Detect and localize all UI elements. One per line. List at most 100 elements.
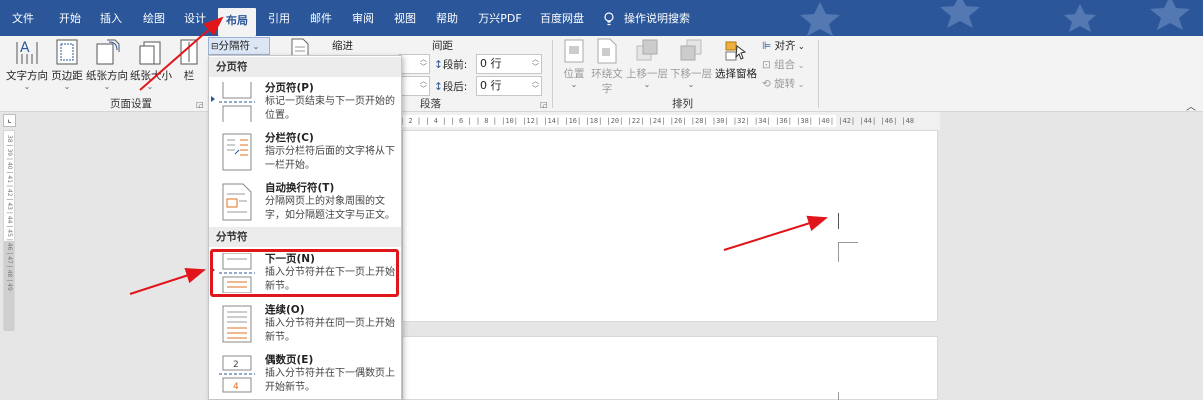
wrap-text-button[interactable]: 环绕文字 (590, 38, 624, 95)
continuous-desc: 插入分节符并在同一页上开始新节。 (265, 318, 395, 343)
paragraph-launcher-icon[interactable]: ◲ (540, 100, 548, 109)
paper-size-icon (139, 41, 161, 65)
chevron-down-icon: ⌄ (643, 80, 651, 89)
tab-help[interactable]: 帮助 (432, 0, 462, 36)
orientation-button[interactable]: 纸张方向 ⌄ (86, 38, 128, 94)
breaks-button[interactable]: ⊟分隔符 ⌄ (208, 37, 270, 55)
tab-draw[interactable]: 绘图 (139, 0, 169, 36)
rotate-button[interactable]: ⟲ 旋转 ⌄ (762, 76, 804, 91)
menu-item-continuous[interactable]: 连续(O) 插入分节符并在同一页上开始新节。 (209, 300, 401, 348)
tab-design[interactable]: 设计 (180, 0, 210, 36)
lightbulb-icon (604, 12, 614, 26)
tab-file[interactable]: 文件 (8, 0, 38, 36)
spacing-before-input[interactable]: 0 行 ︿ ﹀ (476, 54, 542, 74)
rotate-icon: ⟲ (762, 78, 771, 90)
text-direction-button[interactable]: A 文字方向 ⌄ (6, 38, 48, 94)
spinner-arrows-icon[interactable]: ︿ ﹀ (420, 77, 427, 93)
group-separator (818, 40, 819, 108)
tab-view[interactable]: 视图 (390, 0, 420, 36)
even-page-icon: 2 4 (219, 355, 255, 393)
text-direction-icon: A (16, 40, 38, 64)
group-button[interactable]: ⊡ 组合 ⌄ (762, 57, 804, 72)
arrow-to-next-page (129, 267, 206, 295)
breaks-icon: ⊟ (211, 42, 219, 52)
orientation-label: 纸张方向 (86, 70, 128, 82)
document-page[interactable] (402, 130, 938, 322)
text-wrapping-break-icon (222, 183, 252, 221)
continuous-title: 连续(O) (265, 304, 305, 316)
menu-item-page-break[interactable]: 分页符(P) 标记一页结束与下一页开始的位置。 (209, 78, 401, 124)
document-page[interactable] (402, 336, 938, 400)
margin-corner-mark (838, 242, 858, 243)
continuous-icon (222, 305, 252, 343)
indent-label: 缩进 (332, 40, 353, 52)
columns-button[interactable]: 栏 (176, 38, 202, 94)
columns-icon (180, 39, 198, 65)
chevron-down-icon: ⌄ (63, 82, 71, 91)
tab-stop-selector[interactable]: ⌞ (3, 114, 16, 127)
indent-right-input[interactable]: ︿ ﹀ (398, 76, 430, 96)
tell-me-search[interactable]: 操作说明搜索 (624, 0, 690, 36)
group-separator (552, 40, 553, 108)
tab-layout[interactable]: 布局 (218, 8, 256, 36)
svg-text:2: 2 (233, 360, 239, 370)
svg-text:4: 4 (233, 382, 239, 392)
even-page-title: 偶数页(E) (265, 354, 314, 366)
spinner-arrows-icon[interactable]: ︿ ﹀ (420, 55, 427, 71)
vertical-ruler[interactable]: 38 | 39 | 40 | 41 | 42 | 43 | 44 | 45 | … (3, 130, 15, 331)
margins-label: 页边距 (51, 70, 83, 82)
page-break-icon (219, 82, 255, 122)
chevron-down-icon: ⌄ (250, 42, 260, 51)
spacing-label: 间距 (432, 40, 453, 52)
size-label: 纸张大小 (130, 70, 172, 82)
orientation-icon (96, 39, 120, 65)
page-setup-launcher-icon[interactable]: ◲ (196, 100, 204, 109)
text-cursor (838, 213, 839, 229)
selection-pane-button[interactable]: 选择窗格 (714, 38, 758, 94)
tab-mailings[interactable]: 邮件 (306, 0, 336, 36)
spacing-after-input[interactable]: 0 行 ︿ ﹀ (476, 76, 542, 96)
bring-forward-button[interactable]: 上移一层 ⌄ (626, 38, 668, 94)
margins-button[interactable]: 页边距 ⌄ (50, 38, 84, 94)
page-break-desc: 标记一页结束与下一页开始的位置。 (265, 96, 395, 121)
tab-wondershare-pdf[interactable]: 万兴PDF (474, 0, 526, 36)
menu-item-even-page[interactable]: 2 4 偶数页(E) 插入分节符并在下一偶数页上开始新节。 (209, 350, 401, 400)
tab-references[interactable]: 引用 (264, 0, 294, 36)
tab-review[interactable]: 审阅 (348, 0, 378, 36)
spinner-arrows-icon[interactable]: ︿ ﹀ (532, 77, 539, 93)
collapse-ribbon-icon[interactable]: ︿ (1186, 98, 1196, 113)
size-button[interactable]: 纸张大小 ⌄ (130, 38, 172, 94)
position-button[interactable]: 位置 ⌄ (560, 38, 588, 94)
selection-pane-label: 选择窗格 (715, 68, 757, 80)
ribbon: A 文字方向 ⌄ 页边距 ⌄ 纸张方向 ⌄ 纸张大小 ⌄ 栏 页面设置 ◲ ⊟分… (0, 36, 1203, 112)
group-objects-icon: ⊡ (762, 59, 771, 71)
column-break-title: 分栏符(C) (265, 132, 314, 144)
menu-item-column-break[interactable]: 分栏符(C) 指示分栏符后面的文字将从下一栏开始。 (209, 128, 401, 174)
selection-marker-icon (211, 96, 215, 102)
selection-pane-icon (725, 41, 747, 61)
send-backward-button[interactable]: 下移一层 ⌄ (670, 38, 712, 94)
paragraph-group-label: 段落 (420, 98, 441, 110)
tab-insert[interactable]: 插入 (96, 0, 126, 36)
columns-label: 栏 (183, 70, 195, 82)
spacing-before-label: ↕段前: (434, 59, 468, 71)
spacing-before-icon: ↕ (434, 59, 443, 71)
align-button[interactable]: ⊫ 对齐 ⌄ (762, 38, 805, 53)
text-direction-label: 文字方向 (6, 70, 48, 82)
bring-forward-label: 上移一层 (626, 68, 668, 80)
highlight-box (210, 249, 399, 297)
arrange-group-label: 排列 (672, 98, 693, 110)
chevron-down-icon: ⌄ (795, 42, 805, 51)
chevron-down-icon: ⌄ (795, 80, 805, 89)
position-icon (564, 39, 584, 63)
tab-baidu-netdisk[interactable]: 百度网盘 (537, 0, 587, 36)
horizontal-ruler[interactable]: | 2 | | 4 | | 6 | | 8 | |10| |12| |14| |… (400, 112, 940, 130)
spinner-arrows-icon[interactable]: ︿ ﹀ (532, 55, 539, 71)
margin-corner-mark (838, 242, 839, 262)
section-breaks-header: 分节符 (209, 227, 401, 247)
menu-item-text-wrapping-break[interactable]: 自动换行符(T) 分隔网页上的对象周围的文字，如分隔题注文字与正文。 (209, 178, 401, 228)
indent-left-input[interactable]: ︿ ﹀ (398, 54, 430, 74)
tab-home[interactable]: 开始 (55, 0, 85, 36)
bring-forward-icon (636, 39, 658, 61)
chevron-down-icon: ⌄ (23, 82, 31, 91)
